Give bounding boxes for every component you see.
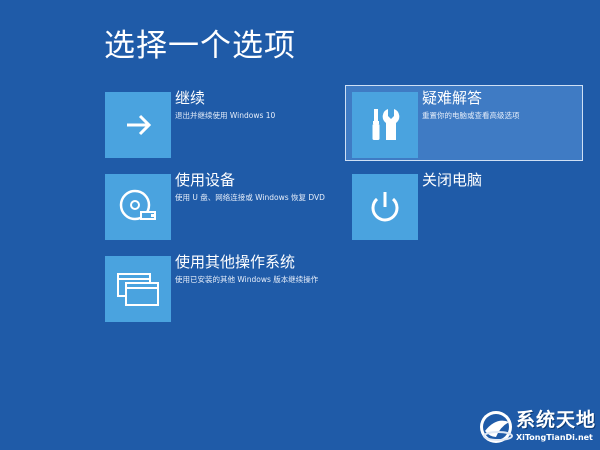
option-other-os-desc: 使用已安装的其他 Windows 版本继续操作: [175, 275, 319, 284]
tools-icon: [372, 109, 400, 140]
option-continue-desc: 退出并继续使用 Windows 10: [175, 111, 276, 120]
windows-stack-icon: [117, 273, 159, 306]
page-title: 选择一个选项: [104, 28, 296, 64]
option-turn-off-title: 关闭电脑: [422, 171, 483, 189]
option-continue-tile: [105, 92, 171, 158]
option-turn-off-tile: [352, 174, 418, 240]
option-other-os-tile: [105, 256, 171, 322]
option-use-device-title: 使用设备: [175, 171, 236, 189]
option-troubleshoot[interactable]: 疑难解答 重置你的电脑或查看高级选项: [345, 85, 583, 161]
globe-logo-icon: [480, 411, 513, 443]
option-troubleshoot-tile: [352, 92, 418, 158]
option-use-device[interactable]: 使用设备 使用 U 盘、网络连接或 Windows 恢复 DVD: [105, 171, 335, 240]
option-continue-title: 继续: [175, 89, 206, 107]
site-watermark: 系统天地 XiTongTianDi.net: [474, 405, 600, 450]
watermark-url: XiTongTianDi.net: [516, 433, 593, 442]
option-turn-off[interactable]: 关闭电脑: [352, 171, 582, 240]
recovery-screen: 选择一个选项 继续 退出并继续使用 Windows 10 使用设备 使用 U 盘…: [0, 0, 600, 450]
watermark-title: 系统天地: [516, 409, 597, 431]
option-other-os[interactable]: 使用其他操作系统 使用已安装的其他 Windows 版本继续操作: [105, 253, 335, 322]
power-icon: [371, 192, 399, 222]
option-troubleshoot-desc: 重置你的电脑或查看高级选项: [422, 111, 520, 120]
disc-drive-icon: [119, 189, 156, 221]
option-use-device-tile: [105, 174, 171, 240]
option-troubleshoot-title: 疑难解答: [422, 89, 483, 107]
option-other-os-title: 使用其他操作系统: [175, 253, 296, 271]
option-use-device-desc: 使用 U 盘、网络连接或 Windows 恢复 DVD: [175, 193, 325, 202]
option-continue[interactable]: 继续 退出并继续使用 Windows 10: [105, 89, 335, 158]
arrow-right-icon: [127, 114, 152, 136]
